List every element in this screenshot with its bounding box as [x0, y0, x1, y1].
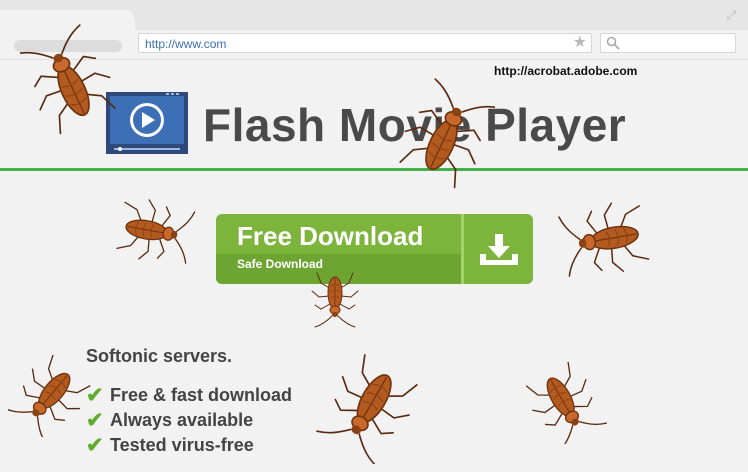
download-icon	[480, 234, 518, 265]
divider	[0, 168, 748, 171]
cockroach-icon	[8, 355, 92, 437]
search-input[interactable]	[600, 33, 736, 53]
download-button-icon-area	[464, 214, 533, 284]
address-text: http://www.com	[145, 37, 227, 51]
feature-text: Free & fast download	[110, 385, 293, 405]
search-icon	[606, 36, 620, 50]
overlay-url: http://acrobat.adobe.com	[494, 64, 638, 78]
list-item: ✔ Always available	[86, 408, 292, 433]
list-item: ✔ Free & fast download	[86, 383, 292, 408]
cockroach-icon	[115, 195, 197, 268]
cockroach-icon	[395, 75, 495, 193]
feature-list: ✔ Free & fast download ✔ Always availabl…	[86, 383, 292, 458]
features-heading: Softonic servers.	[86, 346, 233, 366]
cockroach-icon	[520, 362, 608, 444]
cockroach-icon	[311, 272, 359, 328]
free-download-button[interactable]: Free Download Safe Download	[216, 214, 533, 284]
feature-text: Tested virus-free	[110, 435, 254, 455]
cockroach-icon	[557, 197, 651, 282]
feature-text: Always available	[110, 410, 254, 430]
list-item: ✔ Tested virus-free	[86, 433, 292, 458]
cockroach-icon	[312, 349, 425, 464]
download-button-label: Free Download	[237, 221, 424, 251]
address-bar[interactable]: http://www.com ★	[138, 33, 592, 53]
star-icon[interactable]: ★	[573, 34, 587, 52]
expand-icon[interactable]: ⤢	[726, 8, 736, 23]
cockroach-icon	[20, 21, 120, 139]
